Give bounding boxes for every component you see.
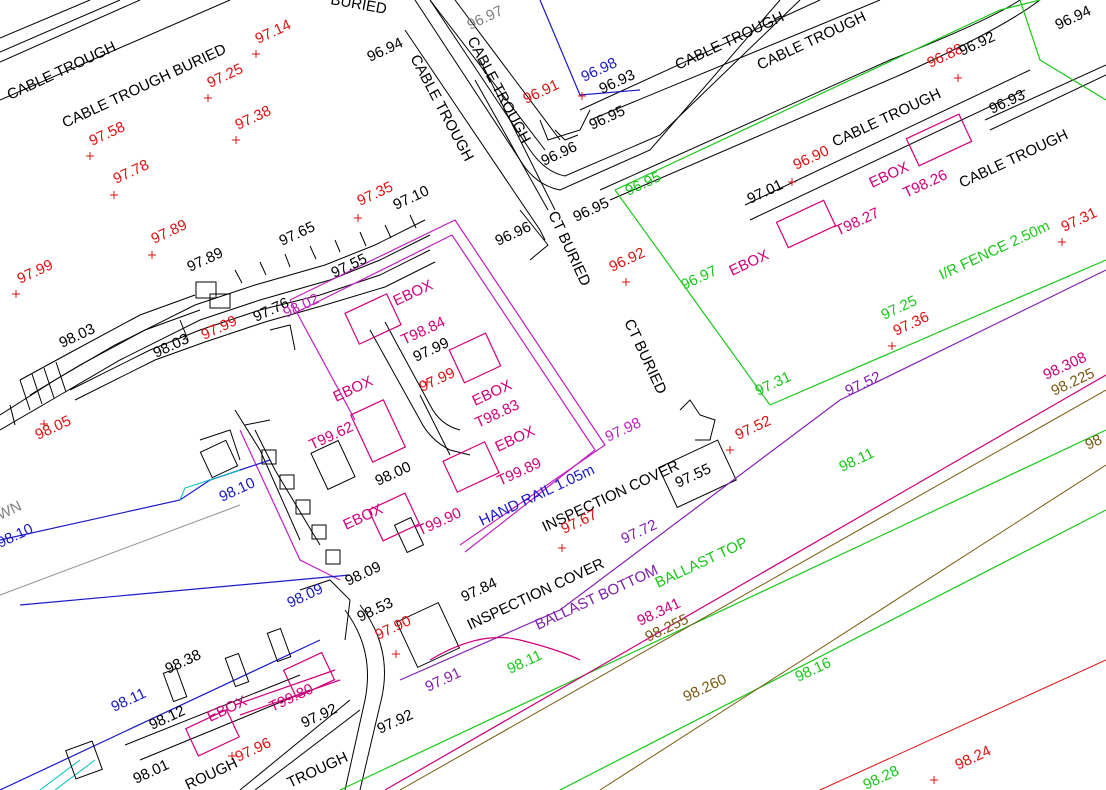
survey-plan-canvas[interactable]: CABLE TROUGH CABLE TROUGH BURIED BURIED … <box>0 0 1106 790</box>
cad-survey-drawing: CABLE TROUGH CABLE TROUGH BURIED BURIED … <box>0 0 1106 790</box>
